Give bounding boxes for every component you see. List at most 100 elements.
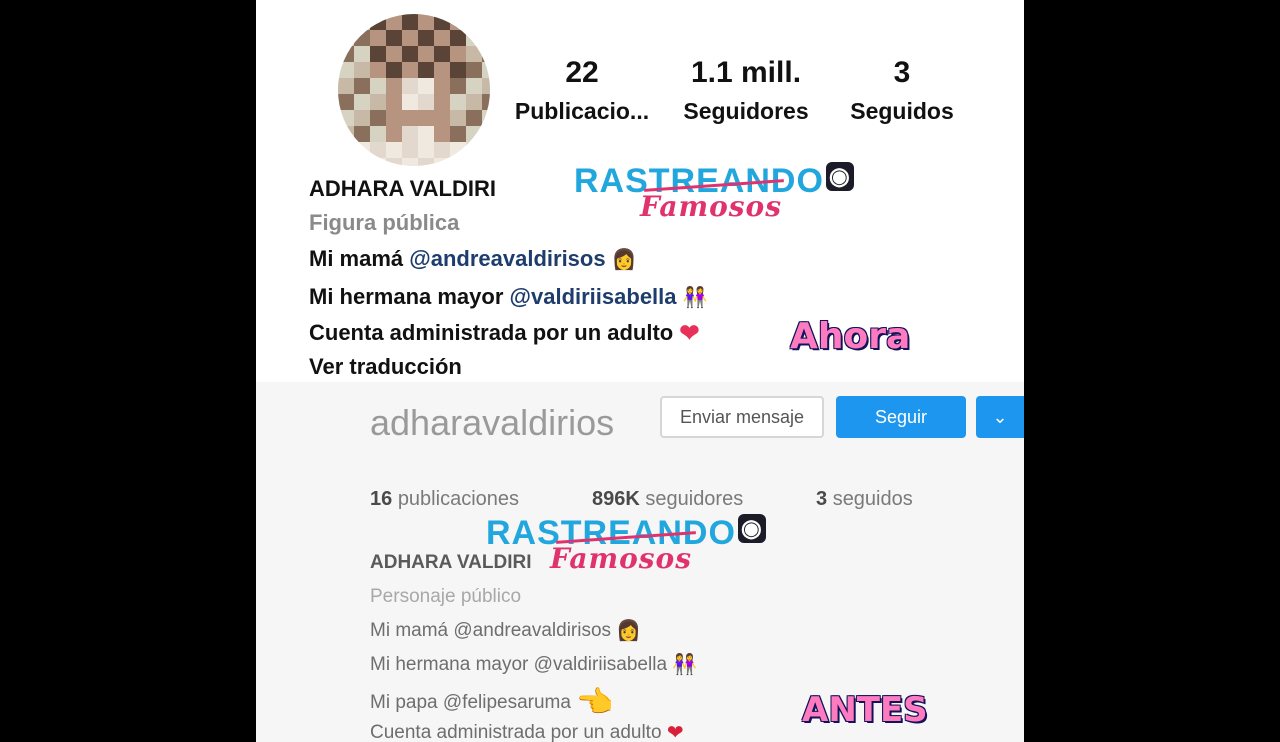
old-following-count: 3 — [816, 488, 828, 510]
dropdown-button[interactable]: ⌄ — [976, 396, 1024, 438]
label-ahora: Ahora — [790, 316, 911, 357]
woman-emoji-icon: 👩 — [616, 619, 642, 642]
old-stat-followers[interactable]: 896K seguidores — [592, 488, 743, 511]
avatar-pixel — [434, 158, 450, 166]
avatar-pixel — [354, 14, 370, 30]
avatar-pixel — [418, 142, 434, 158]
old-bio-line-mom: Mi mamá @andreavaldirisos 👩 — [370, 620, 641, 642]
avatar-pixel — [482, 62, 490, 78]
avatar-pixel — [450, 158, 466, 166]
avatar-pixel — [386, 126, 402, 142]
old-bio-dad-text: Mi papa @felipesaruma — [370, 692, 571, 714]
avatar-pixel — [354, 158, 370, 166]
avatar-pixel — [354, 46, 370, 62]
woman-emoji-icon: 👩 — [611, 249, 637, 272]
stat-posts-count: 22 — [565, 56, 599, 89]
pointing-hand-icon: 👈 — [576, 686, 614, 719]
avatar-pixel — [402, 94, 418, 110]
old-bio-sister-text: Mi hermana mayor @valdiriisabella — [370, 654, 668, 675]
stat-posts[interactable]: 22 Publicacio... — [510, 56, 654, 125]
avatar-pixel — [482, 78, 490, 94]
previous-profile-section: adharavaldirios Enviar mensaje Seguir ⌄ … — [256, 382, 1024, 742]
mom-mention-link[interactable]: @andreavaldirisos — [409, 246, 605, 271]
see-translation-link[interactable]: Ver traducción — [309, 354, 462, 380]
avatar-pixel — [482, 126, 490, 142]
old-bio-line-sister: Mi hermana mayor @valdiriisabella 👭 — [370, 654, 697, 676]
old-stat-posts[interactable]: 16 publicaciones — [370, 488, 519, 511]
avatar-pixel — [402, 78, 418, 94]
old-bio-mom-text: Mi mamá @andreavaldirisos — [370, 620, 612, 641]
send-message-button[interactable]: Enviar mensaje — [660, 396, 824, 438]
avatar-pixel — [450, 14, 466, 30]
bio-sister-prefix: Mi hermana mayor — [309, 284, 504, 309]
avatar-pixel — [386, 14, 402, 30]
avatar-pixel — [370, 126, 386, 142]
sister-mention-link[interactable]: @valdiriisabella — [510, 284, 677, 309]
avatar-pixel — [466, 78, 482, 94]
avatar-pixel — [466, 14, 482, 30]
avatar-pixel — [354, 142, 370, 158]
avatar-pixel — [338, 30, 354, 46]
avatar-pixel — [450, 78, 466, 94]
avatar-pixel — [338, 142, 354, 158]
avatar-pixel — [482, 46, 490, 62]
avatar-pixel — [386, 46, 402, 62]
avatar-pixel — [354, 126, 370, 142]
old-profile-category: Personaje público — [370, 586, 522, 607]
avatar-pixel — [434, 110, 450, 126]
old-posts-count: 16 — [370, 488, 393, 510]
avatar-pixel — [354, 62, 370, 78]
avatar[interactable] — [338, 14, 490, 166]
avatar-pixel — [466, 62, 482, 78]
avatar-pixel — [338, 94, 354, 110]
profile-category: Figura pública — [309, 210, 460, 235]
avatar-pixel — [418, 126, 434, 142]
avatar-pixel — [338, 14, 354, 30]
watermark-script: Famosos — [640, 190, 782, 223]
avatar-pixel — [434, 94, 450, 110]
avatar-pixel — [482, 110, 490, 126]
avatar-pixel — [370, 110, 386, 126]
avatar-pixel — [482, 158, 490, 166]
avatar-pixel — [402, 30, 418, 46]
avatar-pixel — [466, 46, 482, 62]
avatar-pixel — [370, 142, 386, 158]
avatar-pixel — [402, 62, 418, 78]
avatar-pixel — [386, 158, 402, 166]
watermark-script: Famosos — [550, 542, 692, 575]
stat-followers[interactable]: 1.1 mill. Seguidores — [672, 56, 820, 125]
stat-following[interactable]: 3 Seguidos — [842, 56, 962, 125]
avatar-pixel — [434, 126, 450, 142]
avatar-pixel — [386, 30, 402, 46]
old-bio-line-dad: Mi papa @felipesaruma 👈 — [370, 688, 614, 718]
avatar-pixel — [434, 14, 450, 30]
bio-mom-prefix: Mi mamá — [309, 246, 404, 271]
profile-name: ADHARA VALDIRI — [309, 176, 496, 201]
avatar-pixel — [386, 110, 402, 126]
follow-button[interactable]: Seguir — [836, 396, 966, 438]
avatar-pixel — [450, 126, 466, 142]
avatar-pixel — [466, 142, 482, 158]
bio-line-managed: Cuenta administrada por un adulto ❤ — [309, 320, 699, 346]
heart-icon: ❤ — [666, 721, 684, 742]
avatar-pixel — [418, 62, 434, 78]
avatar-pixel — [418, 30, 434, 46]
stat-following-label: Seguidos — [850, 98, 954, 124]
avatar-pixel — [386, 94, 402, 110]
username: adharavaldirios — [370, 402, 615, 443]
old-followers-count: 896K — [592, 488, 640, 510]
avatar-pixel — [338, 158, 354, 166]
avatar-pixel — [450, 62, 466, 78]
watermark-bottom: RASTREANDO ◉ Famosos — [486, 514, 766, 575]
avatar-pixel — [386, 142, 402, 158]
old-stat-following[interactable]: 3 seguidos — [816, 488, 913, 511]
camera-icon: ◉ — [825, 162, 854, 191]
heart-icon: ❤ — [679, 320, 700, 348]
avatar-pixel — [466, 110, 482, 126]
avatar-pixel — [370, 62, 386, 78]
avatar-pixel — [434, 46, 450, 62]
avatar-pixel — [354, 94, 370, 110]
avatar-pixel — [482, 14, 490, 30]
avatar-pixel — [402, 158, 418, 166]
avatar-pixel — [466, 30, 482, 46]
